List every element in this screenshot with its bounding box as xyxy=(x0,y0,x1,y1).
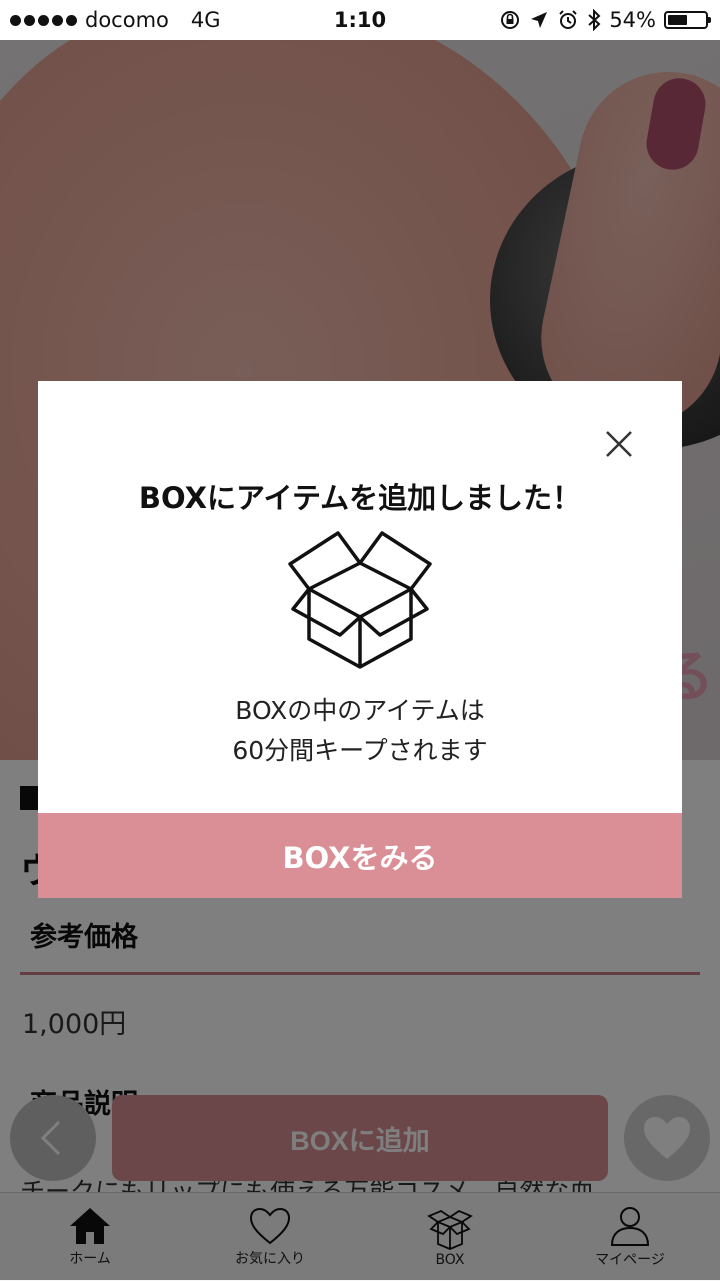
orientation-lock-icon xyxy=(501,11,520,29)
status-right: 54% xyxy=(499,8,720,32)
bluetooth-icon xyxy=(588,9,601,31)
close-icon xyxy=(606,431,632,457)
battery-icon xyxy=(664,11,711,29)
alarm-icon xyxy=(559,10,578,29)
network-type: 4G xyxy=(190,8,221,32)
dialog-title: BOXにアイテムを追加しました！ xyxy=(138,481,582,515)
location-icon xyxy=(531,12,548,28)
dialog-message-line2: 60分間キープされます xyxy=(232,736,488,765)
close-button[interactable] xyxy=(602,427,636,461)
added-to-box-dialog: BOXにアイテムを追加しました！ BOXの中のアイテムは 60分間キープされます… xyxy=(38,381,682,898)
status-left: docomo 4G xyxy=(0,8,221,32)
view-box-button[interactable]: BOXをみる xyxy=(38,813,682,898)
carrier-name: docomo xyxy=(85,8,169,32)
status-bar: docomo 4G 1:10 54% xyxy=(0,0,720,40)
open-box-icon xyxy=(288,531,432,669)
dialog-message: BOXの中のアイテムは 60分間キープされます xyxy=(38,691,682,771)
signal-strength-icon xyxy=(10,14,77,26)
dialog-message-line1: BOXの中のアイテムは xyxy=(235,696,485,725)
battery-percent: 54% xyxy=(609,8,656,32)
